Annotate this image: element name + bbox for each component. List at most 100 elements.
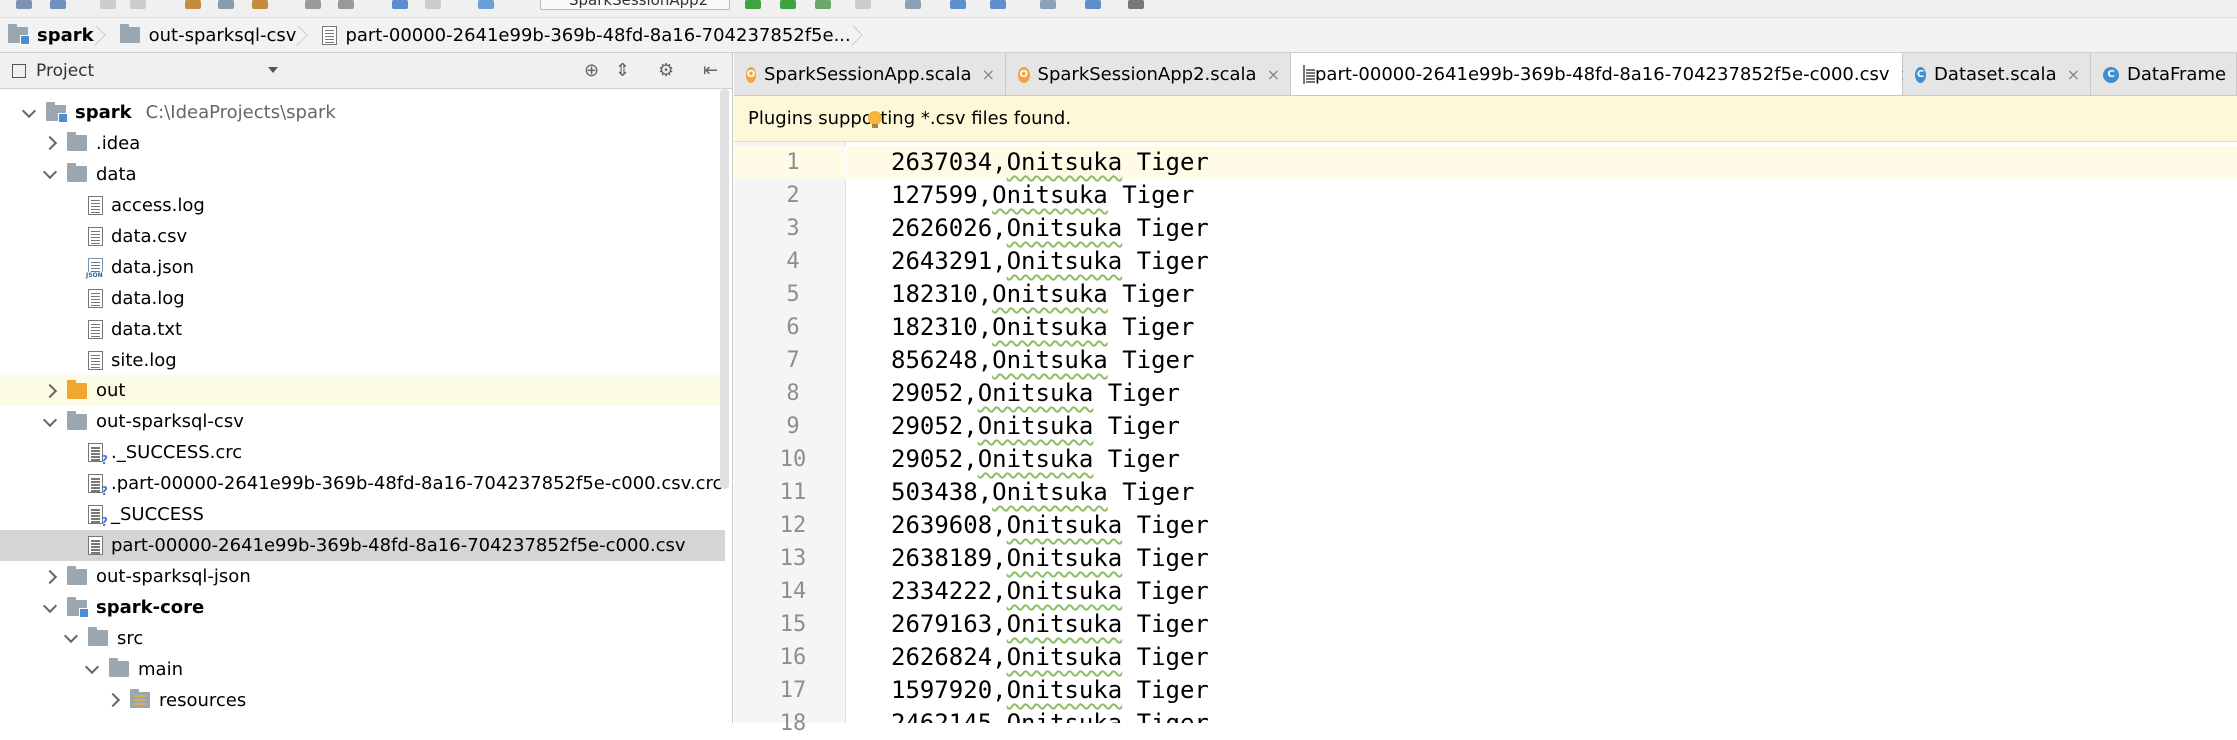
chevron-right-icon[interactable] bbox=[106, 693, 120, 707]
csv-brand-word: Tiger bbox=[1122, 610, 1209, 638]
editor-tab[interactable]: C Dataset.scala × bbox=[1903, 53, 2091, 95]
close-icon[interactable]: × bbox=[2067, 65, 2080, 84]
chevron-down-icon[interactable] bbox=[85, 662, 99, 676]
code-line[interactable]: 2643291,Onitsuka Tiger bbox=[847, 245, 2237, 278]
project-panel-title[interactable]: Project bbox=[36, 61, 94, 81]
breadcrumb-item-spark[interactable]: spark bbox=[0, 18, 100, 52]
editor-tab[interactable]: part-00000-2641e99b-369b-48fd-8a16-70423… bbox=[1291, 53, 1913, 95]
build-icon[interactable] bbox=[478, 0, 494, 9]
open-icon[interactable] bbox=[16, 0, 32, 9]
tree-item[interactable]: data.json bbox=[0, 252, 725, 283]
chevron-right-icon[interactable] bbox=[43, 570, 57, 584]
project-tree-scrollbar[interactable] bbox=[720, 89, 729, 489]
paste-icon[interactable] bbox=[252, 0, 268, 9]
copy-icon[interactable] bbox=[218, 0, 234, 9]
coverage-icon[interactable] bbox=[815, 0, 831, 9]
line-number: 2 bbox=[786, 183, 800, 208]
chevron-down-icon[interactable] bbox=[43, 415, 57, 429]
sync-icon[interactable] bbox=[50, 0, 66, 9]
code-line[interactable]: 127599,Onitsuka Tiger bbox=[847, 179, 2237, 212]
tree-item[interactable]: data.txt bbox=[0, 314, 725, 345]
close-icon[interactable]: × bbox=[982, 65, 995, 84]
find-icon[interactable] bbox=[305, 0, 321, 9]
tree-item[interactable]: _SUCCESS bbox=[0, 499, 725, 530]
tree-item[interactable]: resources bbox=[0, 685, 725, 716]
chevron-down-icon[interactable] bbox=[43, 167, 57, 181]
tree-item[interactable]: out bbox=[0, 375, 725, 407]
cut-icon[interactable] bbox=[185, 0, 201, 9]
save-icon[interactable] bbox=[1128, 0, 1144, 9]
editor-tab[interactable]: O SparkSessionApp.scala × bbox=[734, 53, 1006, 95]
settings-icon[interactable] bbox=[1040, 0, 1056, 9]
back-icon[interactable] bbox=[392, 0, 408, 9]
tree-item-label: main bbox=[138, 658, 183, 680]
tree-item[interactable]: out-sparksql-json bbox=[0, 561, 725, 592]
stop-icon[interactable] bbox=[855, 0, 871, 9]
lightbulb-icon[interactable] bbox=[868, 111, 882, 129]
scroll-from-source-icon[interactable]: ⊕ bbox=[584, 60, 599, 81]
code-line[interactable]: 2637034,Onitsuka Tiger bbox=[847, 146, 2237, 179]
breadcrumb-item-out-sparksql-csv[interactable]: out-sparksql-csv bbox=[100, 18, 303, 52]
tree-item[interactable]: access.log bbox=[0, 190, 725, 221]
replace-icon[interactable] bbox=[338, 0, 354, 9]
line-number: 3 bbox=[786, 216, 800, 241]
code-line[interactable]: 182310,Onitsuka Tiger bbox=[847, 278, 2237, 311]
collapse-all-icon[interactable]: ⇕ bbox=[615, 60, 630, 81]
code-line[interactable]: 2626824,Onitsuka Tiger bbox=[847, 641, 2237, 674]
forward-icon[interactable] bbox=[425, 0, 441, 9]
redo-icon[interactable] bbox=[130, 0, 146, 9]
tree-item[interactable]: src bbox=[0, 623, 725, 654]
code-line[interactable]: 503438,Onitsuka Tiger bbox=[847, 476, 2237, 509]
project-view-icon bbox=[12, 63, 26, 78]
tree-item[interactable]: ._SUCCESS.crc bbox=[0, 437, 725, 468]
chevron-right-icon[interactable] bbox=[43, 384, 57, 398]
tree-item[interactable]: .idea bbox=[0, 128, 725, 159]
editor-tab[interactable]: O SparkSessionApp2.scala × bbox=[1006, 53, 1291, 95]
gear-icon[interactable]: ⚙ bbox=[658, 60, 674, 81]
code-line[interactable]: 2638189,Onitsuka Tiger bbox=[847, 542, 2237, 575]
code-line[interactable]: 2334222,Onitsuka Tiger bbox=[847, 575, 2237, 608]
code-line[interactable]: 29052,Onitsuka Tiger bbox=[847, 410, 2237, 443]
tree-item[interactable]: out-sparksql-csv bbox=[0, 406, 725, 437]
hide-panel-icon[interactable]: ⇤ bbox=[703, 60, 718, 81]
chevron-down-icon[interactable] bbox=[43, 601, 57, 615]
code-line[interactable]: 2626026,Onitsuka Tiger bbox=[847, 212, 2237, 245]
tree-item[interactable]: .part-00000-2641e99b-369b-48fd-8a16-7042… bbox=[0, 468, 725, 499]
debug-icon[interactable] bbox=[780, 0, 796, 9]
structure-icon[interactable] bbox=[990, 0, 1006, 9]
code-line[interactable]: 29052,Onitsuka Tiger bbox=[847, 443, 2237, 476]
csv-id-value: 2643291, bbox=[891, 247, 1007, 275]
code-line[interactable]: 1597920,Onitsuka Tiger bbox=[847, 674, 2237, 707]
chevron-down-icon[interactable] bbox=[22, 106, 36, 120]
breadcrumb-item-csv-file[interactable]: part-00000-2641e99b-369b-48fd-8a16-70423… bbox=[302, 18, 856, 52]
chevron-right-icon[interactable] bbox=[43, 136, 57, 150]
code-line[interactable]: 2639608,Onitsuka Tiger bbox=[847, 509, 2237, 542]
view-dropdown-icon[interactable] bbox=[268, 67, 278, 73]
folder-icon bbox=[67, 410, 87, 430]
close-icon[interactable]: × bbox=[1267, 65, 1280, 84]
csv-brand-word: Onitsuka bbox=[1006, 709, 1123, 723]
run-configuration-select[interactable]: SparkSessionApp2 bbox=[540, 0, 730, 10]
help-icon[interactable] bbox=[1085, 0, 1101, 9]
code-line[interactable]: 2679163,Onitsuka Tiger bbox=[847, 608, 2237, 641]
vcs-icon[interactable] bbox=[950, 0, 966, 9]
tree-item[interactable]: site.log bbox=[0, 345, 725, 376]
code-editor[interactable]: 2637034,Onitsuka Tiger 127599,Onitsuka Ti… bbox=[847, 142, 2237, 723]
chevron-down-icon[interactable] bbox=[64, 631, 78, 645]
tree-item[interactable]: spark-core bbox=[0, 592, 725, 623]
code-line[interactable]: 182310,Onitsuka Tiger bbox=[847, 311, 2237, 344]
code-line[interactable]: 856248,Onitsuka Tiger bbox=[847, 344, 2237, 377]
csv-id-value: 2637034, bbox=[891, 148, 1007, 176]
tree-item[interactable]: data.csv bbox=[0, 221, 725, 252]
editor-tab[interactable]: C DataFrame bbox=[2091, 53, 2237, 95]
tree-item[interactable]: data bbox=[0, 159, 725, 190]
sdk-icon[interactable] bbox=[905, 0, 921, 9]
undo-icon[interactable] bbox=[100, 0, 116, 9]
code-line[interactable]: 2462145,Onitsuka Tiger bbox=[847, 707, 2237, 723]
run-icon[interactable] bbox=[745, 0, 761, 9]
tree-item[interactable]: part-00000-2641e99b-369b-48fd-8a16-70423… bbox=[0, 530, 725, 562]
tree-item[interactable]: data.log bbox=[0, 283, 725, 314]
code-line[interactable]: 29052,Onitsuka Tiger bbox=[847, 377, 2237, 410]
tree-item[interactable]: main bbox=[0, 654, 725, 685]
tree-item[interactable]: spark C:\IdeaProjects\spark bbox=[0, 97, 725, 128]
